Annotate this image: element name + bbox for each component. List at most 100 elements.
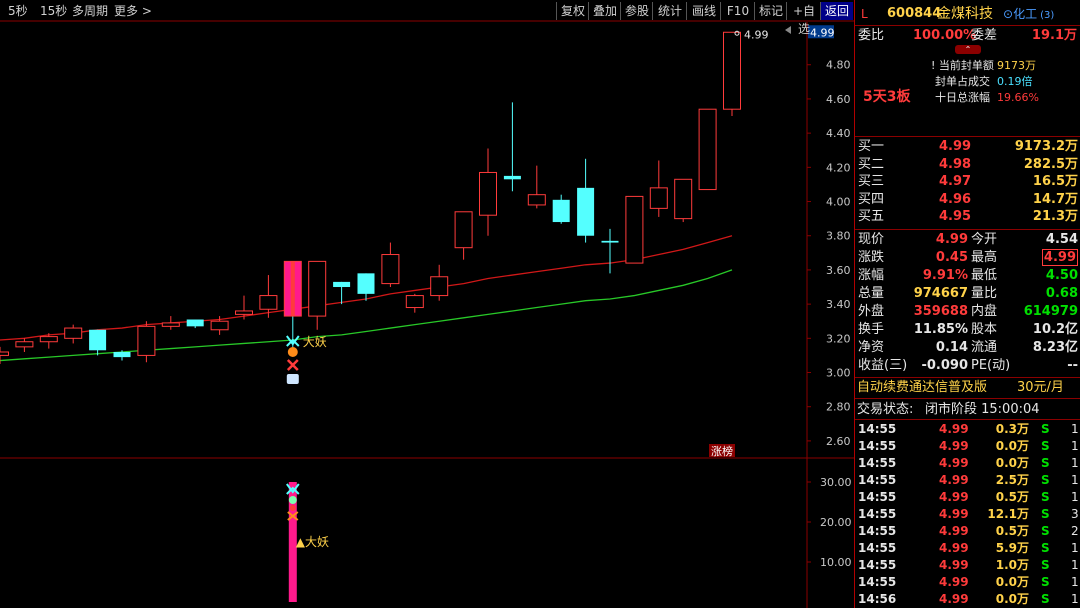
tick-count: 3 (1071, 507, 1079, 521)
high-label: 4.99 (744, 28, 769, 41)
quote-label: 今开 (971, 232, 998, 247)
tick-price: 4.99 (939, 558, 969, 572)
bid-row[interactable]: 买二 4.98 282.5万 (855, 156, 1080, 173)
tick-side: S (1041, 524, 1050, 538)
more-menu-button[interactable]: 更多 > (114, 2, 152, 20)
seal-amount-value: 9173万 (997, 59, 1036, 72)
f10-button[interactable]: F10 (720, 2, 755, 20)
adjust-button[interactable]: 复权 (556, 2, 589, 20)
quote-value: 0.45 (935, 250, 968, 265)
candle-body (89, 329, 107, 351)
quote-label: 现价 (858, 232, 885, 247)
collapse-toggle[interactable]: ⌃ (955, 45, 981, 54)
overlay-button[interactable]: 叠加 (588, 2, 621, 20)
back-button[interactable]: 返回 (820, 2, 853, 20)
tick-price: 4.99 (939, 439, 969, 453)
quote-row: 涨跌 0.45 最高 4.99 (855, 249, 1080, 266)
candle-body (479, 171, 497, 216)
tick-volume: 0.5万 (995, 524, 1029, 538)
tick-time: 14:55 (858, 524, 897, 538)
bid-row[interactable]: 买四 4.96 14.7万 (855, 191, 1080, 208)
quote-row: 换手 11.85% 股本 10.2亿 (855, 321, 1080, 338)
candle-body (235, 310, 253, 315)
bid-row[interactable]: 买五 4.95 21.3万 (855, 208, 1080, 225)
tick-row[interactable]: 14:55 4.99 2.5万 S 1 (855, 472, 1080, 489)
tick-price: 4.99 (939, 592, 969, 606)
tick-row[interactable]: 14:55 4.99 0.3万 S 1 (855, 421, 1080, 438)
seal-amount-label: ! 当前封单额 (931, 59, 994, 72)
draw-line-button[interactable]: 画线 (686, 2, 721, 20)
lower-tick-label: 20.00 (820, 516, 852, 529)
tick-side: S (1041, 558, 1050, 572)
coin-icon (287, 347, 298, 357)
promo-text[interactable]: 自动续费通达信普及版 (857, 379, 987, 397)
holding-button[interactable]: 参股 (620, 2, 653, 20)
candle-body (527, 194, 546, 206)
cross-icon (286, 359, 299, 371)
bid-volume: 9173.2万 (1014, 139, 1078, 154)
seal-ratio-label: 封单占成交 (935, 75, 990, 88)
tick-side: S (1041, 439, 1050, 453)
tick-row[interactable]: 14:55 4.99 0.0万 S 1 (855, 438, 1080, 455)
mark-button[interactable]: 标记 (754, 2, 787, 20)
bid-label: 买二 (858, 156, 885, 172)
quote-value: 11.85% (913, 322, 968, 337)
candle-body (577, 187, 595, 236)
quote-value: -0.090 (921, 358, 968, 373)
sector-link[interactable]: ⊙化工 (3) (1003, 4, 1054, 26)
price-tick-label: 4.80 (826, 59, 851, 72)
tick-volume: 5.9万 (995, 541, 1029, 555)
multi-period-tab[interactable]: 多周期 (72, 2, 108, 20)
period-5s-tab[interactable]: 5秒 (8, 2, 28, 20)
tick-row[interactable]: 14:55 4.99 0.0万 S 1 (855, 574, 1080, 591)
candle-body (405, 295, 424, 309)
tick-price: 4.99 (939, 422, 969, 436)
tick-row[interactable]: 14:55 4.99 5.9万 S 1 (855, 540, 1080, 557)
statistics-button[interactable]: 统计 (652, 2, 687, 20)
tick-time: 14:55 (858, 507, 897, 521)
kline-chart-area[interactable]: 4.80 4.60 4.40 4.20 4.00 3.80 3.60 3.40 3.20 3.00… (0, 0, 854, 608)
tick-side: S (1041, 456, 1050, 470)
sector-name[interactable]: 化工 (1013, 7, 1037, 21)
tick-row[interactable]: 14:56 4.99 0.0万 S 1 (855, 591, 1080, 608)
stock-code: 600844 (887, 6, 942, 21)
bid-price: 4.97 (939, 174, 972, 189)
bid-volume: 21.3万 (1032, 209, 1078, 224)
trade-status-label: 交易状态: (857, 402, 914, 417)
price-tick-label: 4.60 (826, 93, 851, 106)
bid-price: 4.98 (939, 156, 972, 172)
tick-time: 14:55 (858, 473, 897, 487)
quote-value: 0.68 (1045, 286, 1078, 301)
tick-row[interactable]: 14:55 4.99 0.0万 S 1 (855, 455, 1080, 472)
candle-body (454, 211, 473, 249)
period-15s-tab[interactable]: 15秒 (40, 2, 67, 20)
tick-volume: 12.1万 (987, 507, 1029, 521)
quote-value: 4.99 (935, 232, 968, 247)
tick-time: 14:55 (858, 456, 897, 470)
candle-body (0, 351, 9, 356)
candle-body (161, 322, 180, 327)
candle-body (113, 351, 131, 358)
promo-price[interactable]: 30元/月 (1017, 379, 1064, 397)
quote-value: -- (1067, 358, 1078, 373)
tick-time: 14:56 (858, 592, 897, 606)
tick-row[interactable]: 14:55 4.99 1.0万 S 1 (855, 557, 1080, 574)
bid-label: 买四 (858, 191, 885, 207)
quote-label: 净资 (858, 340, 885, 355)
weicha-label: 委差 (971, 28, 998, 43)
kline-chart[interactable]: 4.80 4.60 4.40 4.20 4.00 3.80 3.60 3.40 3.20 3.00… (0, 0, 854, 608)
candle-body (430, 276, 449, 297)
quote-value: 9.91% (922, 268, 968, 283)
bid-row[interactable]: 买三 4.97 16.5万 (855, 173, 1080, 190)
tick-row[interactable]: 14:55 4.99 0.5万 S 1 (855, 489, 1080, 506)
candle-body-stripe (290, 261, 295, 317)
tick-count: 1 (1071, 473, 1079, 487)
quote-label: 流通 (971, 340, 998, 355)
tick-row[interactable]: 14:55 4.99 12.1万 S 3 (855, 506, 1080, 523)
add-watchlist-button[interactable]: +自选 (786, 2, 821, 36)
seal-ratio-value: 0.19倍 (997, 75, 1033, 88)
bid-row[interactable]: 买一 4.99 9173.2万 (855, 138, 1080, 155)
bid-volume: 282.5万 (1023, 156, 1078, 172)
tick-row[interactable]: 14:55 4.99 0.5万 S 2 (855, 523, 1080, 540)
tick-volume: 0.0万 (995, 439, 1029, 453)
